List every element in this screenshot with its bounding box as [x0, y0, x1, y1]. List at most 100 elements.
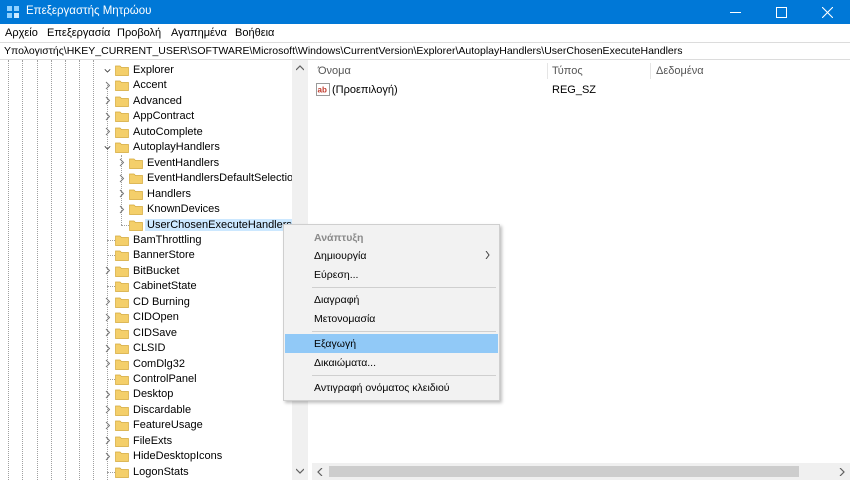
chevron-right-icon [105, 81, 110, 90]
tree-node[interactable]: KnownDevices [0, 202, 290, 217]
menu-item-find[interactable]: Εύρεση... [285, 265, 498, 284]
menu-favorites[interactable]: Αγαπημένα [171, 27, 227, 39]
values-horizontal-scrollbar[interactable] [312, 463, 850, 480]
tree-expand-toggle[interactable] [102, 95, 112, 107]
tree-node[interactable]: AppContract [0, 109, 290, 124]
tree-node[interactable]: BamThrottling [0, 233, 290, 248]
tree-node-label: LogonStats [133, 465, 189, 478]
tree-node[interactable]: FileExts [0, 434, 290, 449]
tree-collapse-toggle[interactable] [102, 141, 112, 153]
tree-expand-toggle[interactable] [102, 404, 112, 416]
tree-node[interactable]: HideDesktopIcons [0, 449, 290, 464]
tree-expand-toggle[interactable] [102, 435, 112, 447]
chevron-right-icon [485, 251, 490, 259]
tree-expand-toggle[interactable] [102, 296, 112, 308]
tree-node[interactable]: ControlPanel [0, 372, 290, 387]
folder-icon [115, 81, 129, 92]
tree-node[interactable]: CD Burning [0, 295, 290, 310]
registry-editor-icon [7, 6, 19, 18]
tree-node[interactable]: EventHandlersDefaultSelection [0, 171, 299, 186]
chevron-up-icon [296, 65, 304, 71]
tree-node[interactable]: UserChosenExecuteHandlers [0, 218, 294, 233]
column-header-type[interactable]: Τύπος [552, 65, 583, 77]
tree-node[interactable]: BannerStore [0, 248, 290, 263]
tree-node[interactable]: Accent [0, 78, 290, 93]
tree-node-label: EventHandlers [147, 156, 220, 169]
menu-item-label: Αντιγραφή ονόματος κλειδιού [314, 382, 450, 394]
tree-node[interactable]: BitBucket [0, 264, 290, 279]
chevron-right-icon [119, 205, 124, 213]
tree-node[interactable]: CLSID [0, 341, 290, 356]
menu-help[interactable]: Βοήθεια [235, 27, 274, 39]
tree-node[interactable]: ComDlg32 [0, 357, 290, 372]
tree-expand-toggle[interactable] [102, 311, 112, 323]
menu-separator [312, 375, 496, 376]
menu-item-permissions[interactable]: Δικαιώματα... [285, 353, 498, 372]
tree-node[interactable]: EventHandlers [0, 156, 290, 171]
menu-item-new[interactable]: Δημιουργία [285, 246, 498, 265]
tree-node[interactable]: Desktop [0, 387, 290, 402]
folder-icon [115, 281, 129, 293]
tree-expand-toggle[interactable] [102, 79, 112, 91]
maximize-button[interactable] [758, 0, 804, 24]
tree-node-label: CIDSave [133, 326, 178, 339]
tree-expand-toggle[interactable] [102, 342, 112, 354]
tree-expand-toggle[interactable] [102, 388, 112, 400]
scroll-right-button[interactable] [834, 463, 850, 480]
menu-item-rename[interactable]: Μετονομασία [285, 309, 498, 328]
tree-expand-toggle[interactable] [102, 126, 112, 138]
menu-file[interactable]: Αρχείο [5, 27, 38, 39]
chevron-down-icon [296, 468, 304, 474]
tree-node-label: KnownDevices [147, 203, 220, 216]
tree-node[interactable]: Explorer [0, 63, 290, 78]
menu-item-delete[interactable]: Διαγραφή [285, 290, 498, 309]
tree-node[interactable]: Handlers [0, 187, 290, 202]
tree-expand-toggle[interactable] [102, 327, 112, 339]
menu-view[interactable]: Προβολή [117, 27, 161, 39]
close-button[interactable] [804, 0, 850, 24]
tree-expand-toggle[interactable] [102, 110, 112, 122]
tree-node[interactable]: Discardable [0, 403, 290, 418]
tree-node[interactable]: AutoplayHandlers [0, 140, 290, 155]
column-separator[interactable] [547, 63, 548, 79]
tree-node[interactable]: CabinetState [0, 279, 290, 294]
tree-node[interactable]: FeatureUsage [0, 418, 290, 433]
folder-icon [115, 436, 129, 447]
tree-expand-toggle[interactable] [116, 157, 126, 169]
tree-node-label: Advanced [133, 94, 182, 107]
maximize-icon [775, 6, 787, 18]
column-separator[interactable] [650, 63, 651, 79]
scroll-left-button[interactable] [312, 463, 328, 480]
scroll-down-button[interactable] [292, 463, 308, 479]
menu-item-expand[interactable]: Ανάπτυξη [285, 228, 498, 247]
key-tree: Explorer Accent Advanced AppContract AutoCom… [0, 60, 308, 480]
value-name[interactable]: (Προεπιλογή) [332, 84, 398, 96]
address-bar[interactable]: Υπολογιστής\HKEY_CURRENT_USER\SOFTWARE\M… [0, 42, 850, 60]
tree-expand-toggle[interactable] [102, 450, 112, 462]
address-path[interactable]: Υπολογιστής\HKEY_CURRENT_USER\SOFTWARE\M… [4, 45, 683, 57]
tree-expand-toggle[interactable] [102, 265, 112, 277]
value-type[interactable]: REG_SZ [552, 84, 596, 96]
tree-node[interactable]: CIDOpen [0, 310, 290, 325]
tree-expand-toggle[interactable] [102, 419, 112, 431]
folder-icon [115, 235, 129, 246]
tree-node[interactable]: CIDSave [0, 326, 290, 341]
tree-node-label: UserChosenExecuteHandlers [145, 218, 294, 231]
tree-collapse-toggle[interactable] [102, 64, 112, 76]
column-header-data[interactable]: Δεδομένα [656, 65, 704, 77]
tree-expand-toggle[interactable] [102, 358, 112, 370]
scroll-up-button[interactable] [292, 60, 308, 76]
scroll-thumb[interactable] [329, 466, 799, 477]
tree-node-label: HideDesktopIcons [133, 450, 223, 463]
column-header-name[interactable]: Όνομα [318, 65, 351, 77]
tree-expand-toggle[interactable] [116, 172, 126, 184]
minimize-button[interactable] [712, 0, 758, 24]
tree-node[interactable]: LogonStats [0, 465, 290, 480]
menu-edit[interactable]: Επεξεργασία [47, 27, 110, 39]
menu-item-copy-key-name[interactable]: Αντιγραφή ονόματος κλειδιού [285, 378, 498, 397]
tree-expand-toggle[interactable] [116, 188, 126, 200]
tree-node[interactable]: AutoComplete [0, 125, 290, 140]
tree-expand-toggle[interactable] [116, 203, 126, 215]
tree-node[interactable]: Advanced [0, 94, 290, 109]
menu-item-export[interactable]: Εξαγωγή [285, 334, 498, 353]
